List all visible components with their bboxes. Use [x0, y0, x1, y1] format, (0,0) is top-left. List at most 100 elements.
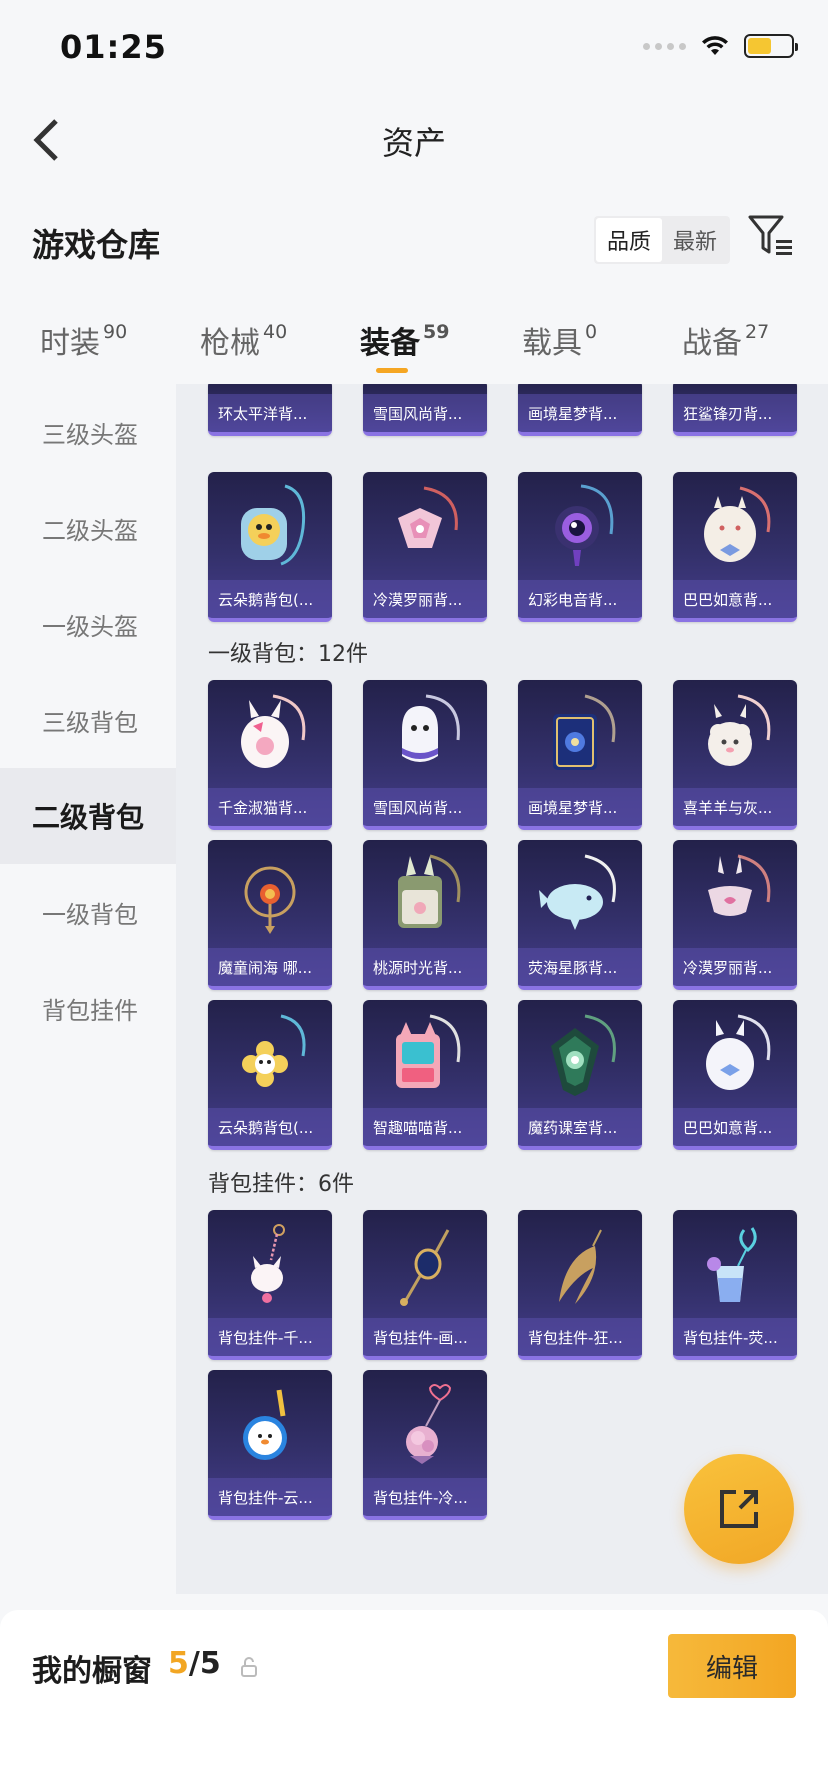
section-label: 一级背包：12件	[208, 642, 368, 667]
item-name: 喜羊羊与灰...	[673, 788, 797, 826]
backpack-icon	[518, 1000, 642, 1108]
item-card[interactable]: 背包挂件-荧...	[673, 1210, 797, 1360]
tab-firearms[interactable]: 枪械 40	[200, 318, 287, 362]
lock-icon	[241, 1657, 257, 1677]
backpack-icon	[518, 840, 642, 948]
tab-label: 时装	[40, 326, 100, 361]
tab-fashion[interactable]: 时装 90	[40, 318, 127, 362]
sidebar-item-lv1-helmet[interactable]: 一级头盔	[0, 576, 176, 672]
item-card[interactable]: 智趣喵喵背...	[363, 1000, 487, 1150]
item-name: 背包挂件-千...	[208, 1318, 332, 1356]
item-card[interactable]: 背包挂件-画...	[363, 1210, 487, 1360]
backpack-icon	[363, 840, 487, 948]
sidebar-item-lv3-helmet[interactable]: 三级头盔	[0, 384, 176, 480]
tab-count: 0	[585, 321, 598, 343]
sidebar-item-lv3-backpack[interactable]: 三级背包	[0, 672, 176, 768]
item-name: 幻彩电音背...	[518, 580, 642, 618]
item-name: 智趣喵喵背...	[363, 1108, 487, 1146]
backpack-icon	[673, 680, 797, 788]
item-name: 雪国风尚背...	[363, 394, 487, 432]
item-card[interactable]: 雪国风尚背...	[363, 384, 487, 436]
tab-label: 载具	[522, 326, 582, 361]
tab-vehicles[interactable]: 载具 0	[522, 318, 597, 362]
item-name: 雪国风尚背...	[363, 788, 487, 826]
item-card[interactable]: 画境星梦背...	[518, 680, 642, 830]
item-name: 魔药课室背...	[518, 1108, 642, 1146]
tab-supplies[interactable]: 战备 27	[682, 318, 769, 362]
wifi-icon	[702, 36, 728, 55]
item-card[interactable]: 背包挂件-千...	[208, 1210, 332, 1360]
tab-equipment[interactable]: 装备 59	[360, 318, 449, 362]
item-name: 巴巴如意背...	[673, 1108, 797, 1146]
item-card[interactable]: 画境星梦背...	[518, 384, 642, 436]
item-name: 背包挂件-荧...	[673, 1318, 797, 1356]
sidebar-item-lv1-backpack[interactable]: 一级背包	[0, 864, 176, 960]
warehouse-title: 游戏仓库	[32, 226, 161, 264]
item-name: 冷漠罗丽背...	[363, 580, 487, 618]
signal-icon	[643, 42, 686, 50]
backpack-icon	[518, 680, 642, 788]
item-name: 冷漠罗丽背...	[673, 948, 797, 986]
warehouse-header: 游戏仓库 品质 最新	[0, 200, 828, 280]
backpack-icon	[208, 680, 332, 788]
edit-button[interactable]: 编辑	[668, 1634, 796, 1698]
sidebar-item-backpack-charm[interactable]: 背包挂件	[0, 960, 176, 1056]
showcase-title: 我的橱窗	[32, 1654, 152, 1689]
item-grid: 环太平洋背... 雪国风尚背... 画境星梦背... 狂鲨锋刃背... 云朵鹅背…	[176, 384, 828, 1594]
item-card[interactable]: 魔童闹海 哪...	[208, 840, 332, 990]
sidebar-item-lv2-backpack[interactable]: 二级背包	[0, 768, 176, 864]
item-card[interactable]: 冷漠罗丽背...	[363, 472, 487, 622]
item-name: 巴巴如意背...	[673, 580, 797, 618]
item-card[interactable]: 荧海星豚背...	[518, 840, 642, 990]
battery-icon	[744, 34, 798, 58]
item-card[interactable]: 背包挂件-冷...	[363, 1370, 487, 1520]
nav-bar: 资产	[0, 100, 828, 180]
sort-newest-option[interactable]: 最新	[662, 218, 728, 262]
section-label: 背包挂件：6件	[208, 1172, 354, 1197]
backpack-icon	[673, 840, 797, 948]
filter-icon[interactable]	[748, 214, 794, 258]
backpack-icon	[208, 1000, 332, 1108]
sidebar-item-lv2-helmet[interactable]: 二级头盔	[0, 480, 176, 576]
backpack-icon	[673, 472, 797, 580]
tab-count: 59	[423, 321, 450, 343]
item-card[interactable]: 冷漠罗丽背...	[673, 840, 797, 990]
item-card[interactable]: 喜羊羊与灰...	[673, 680, 797, 830]
tab-label: 装备	[360, 326, 420, 361]
item-card[interactable]: 魔药课室背...	[518, 1000, 642, 1150]
tab-label: 战备	[682, 326, 742, 361]
item-card[interactable]: 巴巴如意背...	[673, 472, 797, 622]
item-name: 背包挂件-狂...	[518, 1318, 642, 1356]
item-card[interactable]: 巴巴如意背...	[673, 1000, 797, 1150]
backpack-icon	[673, 1000, 797, 1108]
charm-icon	[518, 1210, 642, 1318]
item-card[interactable]: 桃源时光背...	[363, 840, 487, 990]
sidebar: 三级头盔 二级头盔 一级头盔 三级背包 二级背包 一级背包 背包挂件	[0, 384, 176, 1594]
backpack-icon	[208, 472, 332, 580]
item-card[interactable]: 云朵鹅背包(...	[208, 1000, 332, 1150]
share-icon	[720, 1490, 758, 1528]
status-time: 01:25	[60, 28, 167, 66]
item-card[interactable]: 云朵鹅背包(...	[208, 472, 332, 622]
item-name: 画境星梦背...	[518, 788, 642, 826]
item-card[interactable]: 狂鲨锋刃背...	[673, 384, 797, 436]
showcase-total: /5	[188, 1646, 221, 1681]
sort-segmented-control: 品质 最新	[594, 216, 731, 264]
category-tabs: 时装 90 枪械 40 装备 59 载具 0 战备 27	[0, 310, 828, 384]
item-name: 背包挂件-冷...	[363, 1478, 487, 1516]
item-card[interactable]: 背包挂件-狂...	[518, 1210, 642, 1360]
item-card[interactable]: 雪国风尚背...	[363, 680, 487, 830]
tab-active-indicator	[376, 368, 408, 373]
item-name: 千金淑猫背...	[208, 788, 332, 826]
item-card[interactable]: 背包挂件-云...	[208, 1370, 332, 1520]
tab-count: 90	[103, 321, 128, 343]
status-icons	[643, 34, 798, 58]
item-card[interactable]: 千金淑猫背...	[208, 680, 332, 830]
item-card[interactable]: 环太平洋背...	[208, 384, 332, 436]
share-button[interactable]	[684, 1454, 794, 1564]
backpack-icon	[518, 472, 642, 580]
item-name: 画境星梦背...	[518, 394, 642, 432]
item-card[interactable]: 幻彩电音背...	[518, 472, 642, 622]
sort-quality-option[interactable]: 品质	[596, 218, 663, 262]
page-title: 资产	[381, 124, 446, 162]
